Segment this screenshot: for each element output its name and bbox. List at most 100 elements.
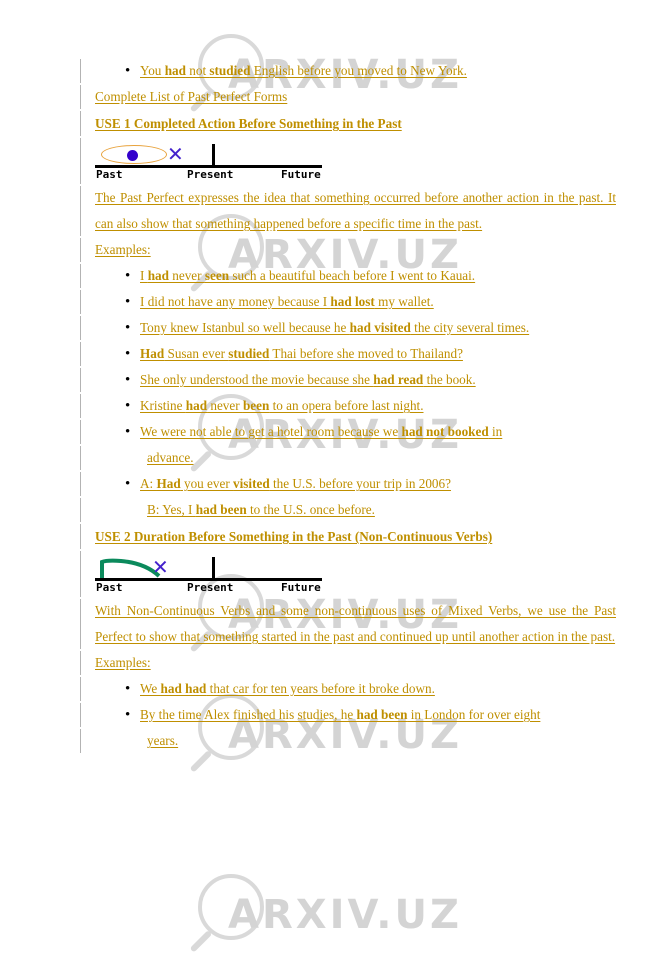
body-text: never [207, 398, 243, 413]
body-text: I did not have any money because I [140, 294, 331, 309]
body-text: A: [140, 476, 157, 491]
body-text: English before you moved to New York. [250, 63, 467, 78]
timeline-present-tick [212, 557, 215, 579]
body-text: such a beautiful beach before I went to … [229, 268, 476, 283]
body-text: the city several times. [410, 320, 530, 335]
body-text: the U.S. before your trip in 2006? [269, 476, 451, 491]
timeline-diagram: ✕ Past Present Future [95, 137, 322, 185]
emphasis-text: Had [156, 476, 181, 491]
bullet-had-susan-ever-studied: • Had Susan ever studied Thai before she … [0, 341, 661, 367]
timeline-label-present: Present [187, 581, 234, 594]
emphasis-text: had [164, 63, 186, 78]
body-text: my wallet. [374, 294, 434, 309]
bullet-marker-icon: • [125, 320, 131, 336]
bullet-continuation: advance. [140, 445, 626, 471]
bullet-i-did-not-have-any-money: • I did not have any money because I had … [0, 289, 661, 315]
timeline-label-future: Future [281, 581, 321, 594]
body-text: in [488, 424, 503, 439]
bullet-marker-icon: • [125, 268, 131, 284]
bullet-marker-icon: • [125, 707, 131, 723]
document-body: • You had not studied English before you … [0, 58, 661, 754]
emphasis-text: Had [140, 346, 165, 361]
body-text: She only understood the movie because sh… [140, 372, 374, 387]
body-text: never [168, 268, 205, 283]
body-text: you ever [180, 476, 234, 491]
bullet-marker-icon: • [125, 372, 131, 388]
examples-label-use-1: Examples: [0, 237, 661, 263]
complete-list-link: Complete List of Past Perfect Forms [0, 84, 661, 110]
body-text: not [185, 63, 210, 78]
bullet-dialogue-had-you-ever-visited-line-1: • A: Had you ever visited the U.S. before… [0, 471, 661, 497]
document-page: • You had not studied English before you … [0, 0, 661, 935]
bullet-marker-icon: • [125, 476, 131, 492]
emphasis-text: had [185, 398, 208, 413]
emphasis-text: been [242, 398, 270, 413]
bullet-you-had-not-studied: • You had not studied English before you … [0, 58, 661, 84]
bullet-continuation: years. [140, 728, 626, 754]
emphasis-text: had been [195, 502, 247, 517]
bullet-continuation: B: Yes, I had been to the U.S. once befo… [140, 497, 626, 523]
body-text: Thai before she moved to Thailand? [269, 346, 463, 361]
paragraph-use-1-description: The Past Perfect expresses the idea that… [0, 185, 661, 237]
timeline-labels: Past Present Future [95, 581, 322, 596]
emphasis-text: had not booked [401, 424, 489, 439]
body-text: We [140, 681, 161, 696]
body-text: Susan ever [164, 346, 229, 361]
bullet-marker-icon: • [125, 681, 131, 697]
bullet-marker-icon: • [125, 424, 131, 440]
emphasis-text: USE 1 Completed Action Before Something … [95, 116, 402, 131]
bullet-marker-icon: • [125, 294, 131, 310]
bullet-she-only-understood: • She only understood the movie because s… [0, 367, 661, 393]
body-text: advance. [147, 450, 194, 465]
emphasis-text: had visited [349, 320, 411, 335]
bullet-we-had-had-that-car: • We had had that car for ten years befor… [0, 676, 661, 702]
bullet-we-were-not-able-hotel-line-2: advance. [0, 445, 661, 471]
body-text: The Past Perfect expresses the idea that… [95, 190, 616, 231]
emphasis-text: USE 2 Duration Before Something in the P… [95, 529, 493, 544]
emphasis-text: had [147, 268, 169, 283]
body-text: B: Yes, I [147, 502, 196, 517]
heading-use-1: USE 1 Completed Action Before Something … [0, 110, 661, 137]
body-text: in London for over eight [407, 707, 541, 722]
paragraph-use-2-description: With Non-Continuous Verbs and some non-c… [0, 598, 661, 650]
body-text: the book. [423, 372, 476, 387]
timeline-event-dot [127, 150, 138, 161]
emphasis-text: visited [233, 476, 270, 491]
bullet-by-the-time-alex-line-2: years. [0, 728, 661, 754]
body-text: I [140, 268, 148, 283]
bullet-we-were-not-able-hotel-line-1: • We were not able to get a hotel room be… [0, 419, 661, 445]
bullet-kristine-had-never-been: • Kristine had never been to an opera bef… [0, 393, 661, 419]
bullet-tony-knew-istanbul: • Tony knew Istanbul so well because he h… [0, 315, 661, 341]
body-text: to an opera before last night. [269, 398, 424, 413]
body-text: By the time Alex finished his studies, h… [140, 707, 357, 722]
timeline-use-2: ✕ Past Present Future [0, 550, 661, 598]
emphasis-text: seen [204, 268, 230, 283]
emphasis-text: had been [356, 707, 408, 722]
body-text: that car for ten years before it broke d… [206, 681, 435, 696]
timeline-label-present: Present [187, 168, 234, 181]
timeline-present-tick [212, 144, 215, 166]
body-text: to the U.S. once before. [246, 502, 375, 517]
body-text: Examples: [95, 242, 151, 257]
bullet-marker-icon: • [125, 63, 131, 79]
emphasis-text: had lost [330, 294, 375, 309]
heading-use-2: USE 2 Duration Before Something in the P… [0, 523, 661, 550]
body-text: We were not able to get a hotel room bec… [140, 424, 402, 439]
bullet-marker-icon: • [125, 346, 131, 362]
timeline-use-1: ✕ Past Present Future [0, 137, 661, 185]
timeline-label-past: Past [96, 581, 123, 594]
body-text: With Non-Continuous Verbs and some non-c… [95, 603, 616, 644]
body-text: Complete List of Past Perfect Forms [95, 89, 288, 104]
bullet-marker-icon: • [125, 398, 131, 414]
timeline-labels: Past Present Future [95, 168, 322, 183]
bullet-dialogue-had-you-ever-visited-line-2: B: Yes, I had been to the U.S. once befo… [0, 497, 661, 523]
timeline-x-marker-icon: ✕ [152, 555, 169, 579]
emphasis-text: studied [228, 346, 270, 361]
examples-label-use-2: Examples: [0, 650, 661, 676]
emphasis-text: had read [373, 372, 424, 387]
bullet-i-had-never-seen: • I had never seen such a beautiful beach… [0, 263, 661, 289]
emphasis-text: studied [209, 63, 251, 78]
emphasis-text: had had [160, 681, 207, 696]
timeline-label-past: Past [96, 168, 123, 181]
timeline-diagram: ✕ Past Present Future [95, 550, 322, 598]
